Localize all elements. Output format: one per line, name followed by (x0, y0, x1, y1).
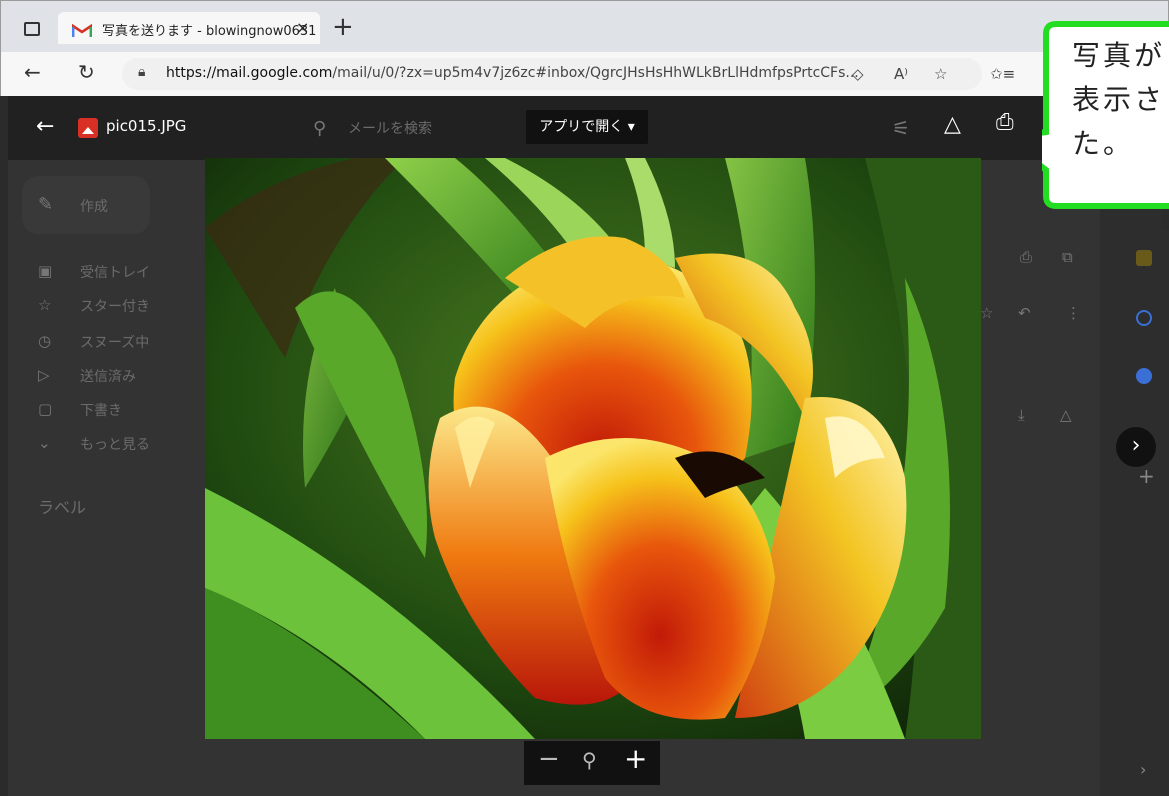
sidebar-item-more: もっと見る (80, 437, 150, 453)
star-bg-icon: ☆ (980, 304, 994, 322)
search-icon: ⚲ (313, 118, 327, 139)
back-icon[interactable]: ← (24, 60, 41, 84)
callout-text: 写真が表示さた。 (1072, 39, 1166, 160)
sidebar-item-drafts: 下書き (80, 403, 122, 419)
filter-options-icon: ⚟ (892, 116, 910, 140)
chevron-down-icon: ⌄ (38, 434, 51, 452)
open-with-app-button[interactable]: アプリで開く ▾ (526, 110, 648, 144)
tasks-icon (1136, 310, 1152, 326)
lock-icon[interactable]: 🔒︎ (138, 64, 145, 80)
print-icon[interactable]: ⎙ (996, 110, 1014, 135)
side-panel (1100, 230, 1169, 796)
more-vert-icon: ⋮ (1066, 304, 1081, 322)
new-tab-button[interactable]: + (332, 12, 354, 42)
sidebar-item-sent: 送信済み (80, 369, 136, 385)
drive-icon: △ (1060, 406, 1072, 424)
read-aloud-icon[interactable]: A⁾ (894, 65, 908, 83)
search-placeholder: メールを検索 (348, 121, 432, 137)
clock-icon: ◷ (38, 332, 52, 350)
favorites-icon[interactable]: ✩≡ (990, 65, 1015, 83)
url-path: /mail/u/0/?zx=up5m4v7jz6zc#inbox/QgrcJHs… (332, 65, 859, 81)
tab-close-button[interactable]: × (296, 18, 309, 37)
sidebar-item-starred: スター付き (80, 299, 150, 315)
sidebar-item-snoozed: スヌーズ中 (80, 335, 150, 351)
sidebar-item-inbox: 受信トレイ (80, 265, 150, 281)
draft-icon: ▢ (38, 400, 53, 418)
open-new-window-icon: ⧉ (1062, 248, 1073, 266)
star-icon: ☆ (38, 296, 52, 314)
zoom-reset-icon[interactable]: ⚲ (582, 748, 597, 772)
favorites-add-icon[interactable]: ☆ (934, 65, 947, 83)
reader-icon[interactable]: ◇ (852, 65, 864, 83)
print-bg-icon: ⎙ (1020, 248, 1033, 266)
download-icon: ⤓ (1018, 406, 1025, 424)
file-name: pic015.JPG (106, 117, 187, 135)
next-image-button[interactable]: › (1116, 427, 1156, 467)
add-addon-icon: + (1138, 464, 1155, 488)
tulip-photo (205, 158, 981, 739)
contacts-icon (1136, 368, 1152, 384)
add-to-drive-icon[interactable]: △ (944, 112, 961, 137)
zoom-in-button[interactable]: + (624, 742, 647, 775)
labels-heading: ラベル (38, 498, 87, 517)
inbox-icon: ▣ (38, 262, 53, 280)
reply-icon: ↶ (1018, 304, 1031, 322)
viewer-back-button[interactable]: ← (36, 114, 54, 139)
image-file-icon (78, 118, 98, 138)
compose-label: 作成 (80, 199, 108, 215)
url-text[interactable]: https://mail.google.com/mail/u/0/?zx=up5… (166, 65, 859, 81)
tab-actions-icon[interactable] (24, 22, 40, 36)
refresh-icon[interactable]: ↻ (78, 60, 95, 84)
keep-icon (1136, 250, 1152, 266)
zoom-out-button[interactable]: − (538, 744, 560, 774)
send-icon: ▷ (38, 366, 50, 384)
pencil-icon: ✎ (38, 194, 54, 215)
url-domain: https://mail.google.com (166, 65, 333, 81)
chevron-right-icon[interactable]: › (1140, 760, 1146, 779)
gmail-favicon-icon (72, 24, 92, 37)
tab-title: 写真を送ります - blowingnow0631 (102, 24, 317, 39)
